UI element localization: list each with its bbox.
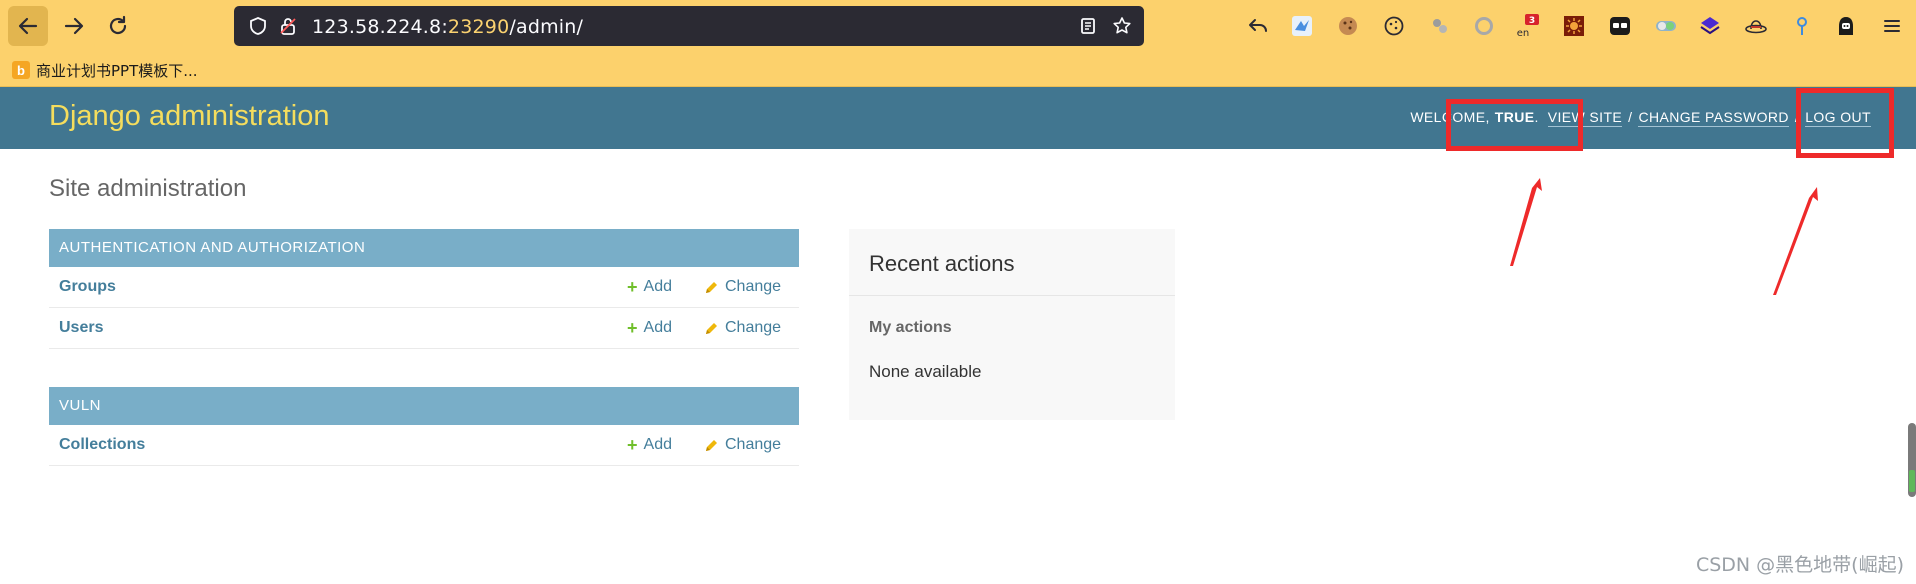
annotation-arrow-icon <box>1510 178 1542 266</box>
watermark: CSDN @黑色地带(崛起) <box>1695 554 1904 576</box>
scrollbar-indicator <box>1909 470 1915 492</box>
annotation-arrows <box>1510 178 1818 295</box>
annotation-arrow-icon <box>1773 187 1818 295</box>
